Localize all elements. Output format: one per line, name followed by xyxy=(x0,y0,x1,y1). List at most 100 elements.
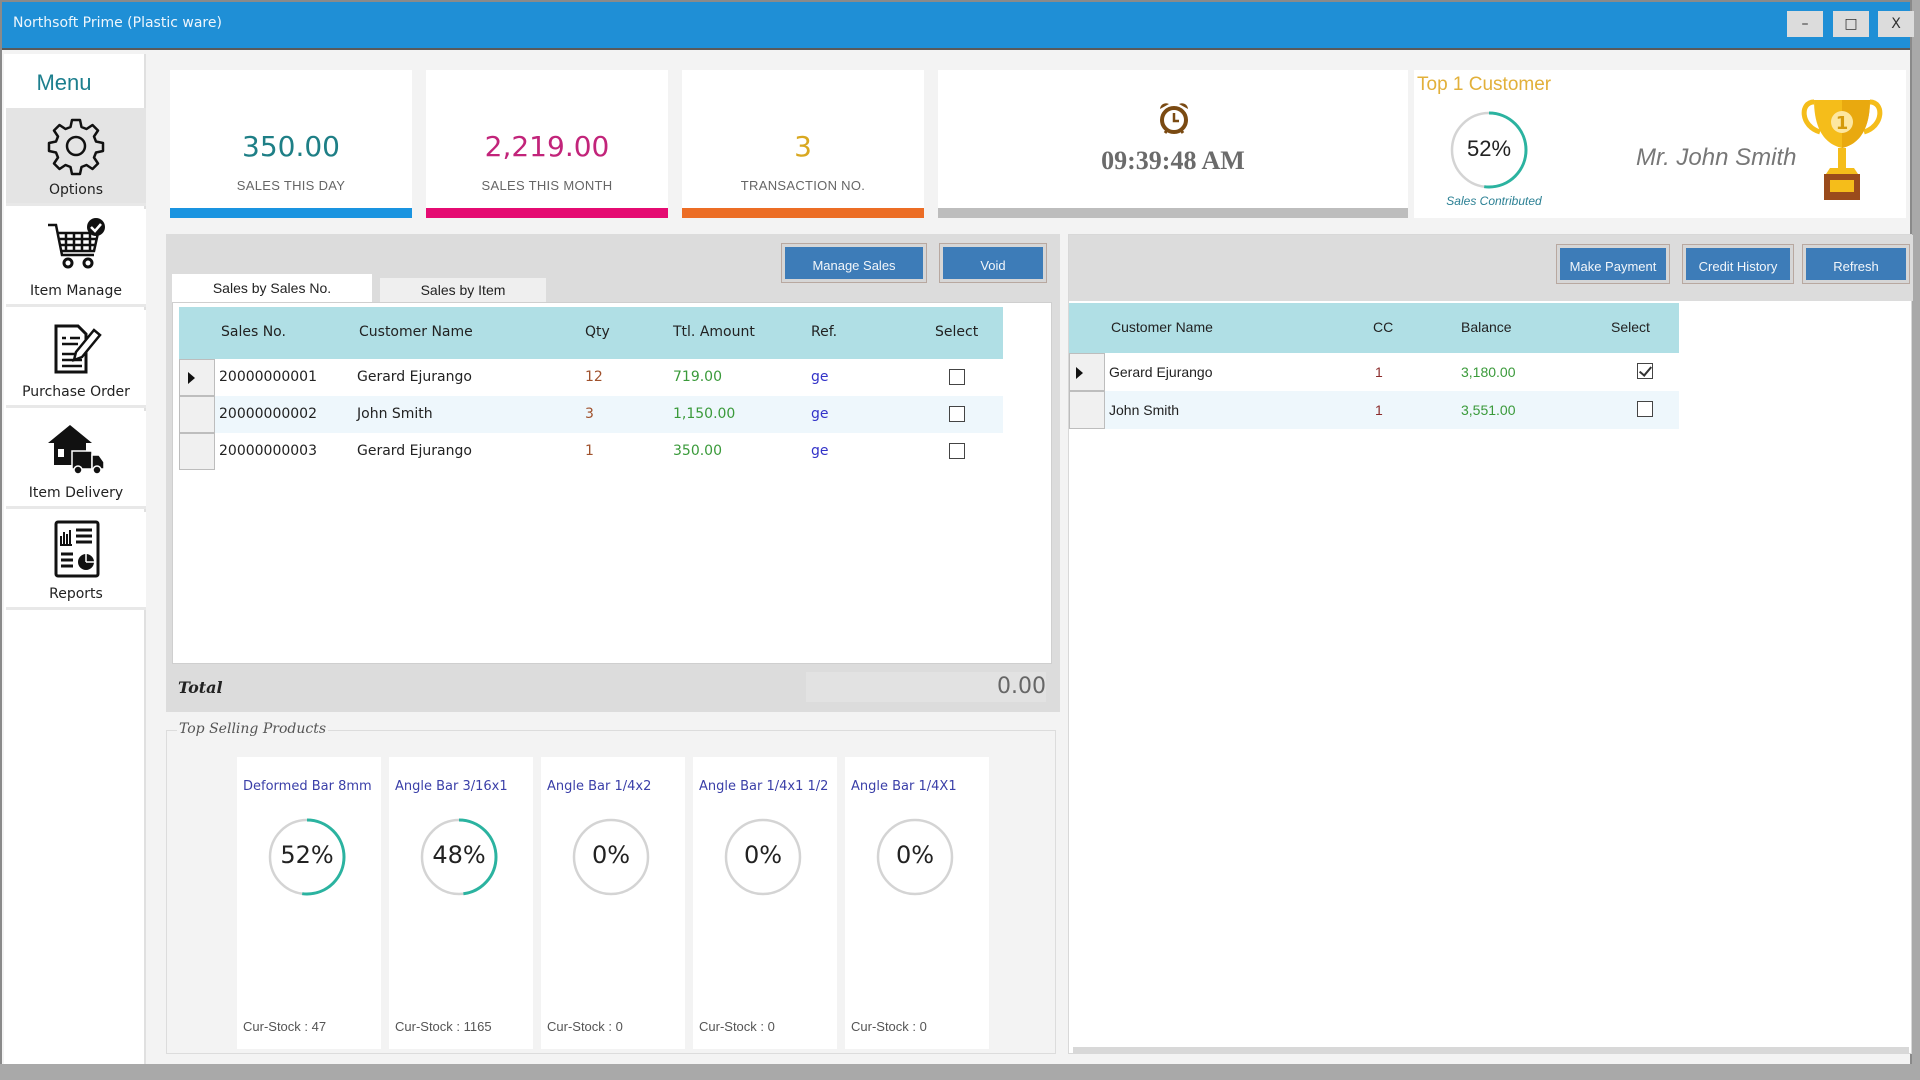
product-stock: Cur-Stock : 47 xyxy=(243,1019,327,1034)
column-header-customer-name[interactable]: Customer Name xyxy=(359,324,473,340)
sidebar-item-label: Item Delivery xyxy=(28,485,124,501)
column-header-cc[interactable]: CC xyxy=(1373,319,1393,335)
product-card[interactable]: Angle Bar 1/4X1 0% Cur-Stock : 0 xyxy=(845,757,989,1049)
sales-panel: Manage Sales Void Sales by Sales No. Sal… xyxy=(166,234,1060,712)
sales-this-day-value: 350.00 xyxy=(242,130,340,163)
product-stock: Cur-Stock : 0 xyxy=(547,1019,623,1034)
product-card[interactable]: Deformed Bar 8mm 52% Cur-Stock : 47 xyxy=(237,757,381,1049)
card-accent-bar xyxy=(938,208,1408,218)
tab-sales-by-sales-no[interactable]: Sales by Sales No. xyxy=(172,274,372,302)
product-name: Deformed Bar 8mm xyxy=(243,779,372,794)
product-card[interactable]: Angle Bar 3/16x1 48% Cur-Stock : 1165 xyxy=(389,757,533,1049)
column-header-total-amount[interactable]: Ttl. Amount xyxy=(673,324,755,340)
select-checkbox[interactable] xyxy=(1637,401,1653,417)
sales-this-month-value: 2,219.00 xyxy=(484,130,610,163)
product-percent: 0% xyxy=(743,841,783,869)
sidebar-item-reports[interactable]: Reports xyxy=(6,512,146,610)
qty-cell: 3 xyxy=(585,406,594,422)
void-button[interactable]: Void xyxy=(939,243,1047,283)
column-header-sales-no[interactable]: Sales No. xyxy=(221,324,286,340)
select-checkbox[interactable] xyxy=(949,369,965,385)
ref-cell: ge xyxy=(811,443,829,459)
column-header-select[interactable]: Select xyxy=(935,324,978,340)
product-stock: Cur-Stock : 0 xyxy=(851,1019,927,1034)
sidebar-item-label: Options xyxy=(48,182,104,198)
credit-table-row[interactable]: Gerard Ejurango 1 3,180.00 xyxy=(1069,353,1679,391)
clock-card: 09:39:48 AM xyxy=(938,70,1408,218)
ref-cell: ge xyxy=(811,406,829,422)
top-customer-card: Top 1 Customer 52% Sales Contributed Mr.… xyxy=(1414,70,1906,218)
product-progress-ring: 0% xyxy=(723,817,803,897)
product-name: Angle Bar 1/4x1 1/2 xyxy=(699,779,829,794)
card-accent-bar xyxy=(170,208,412,218)
balance-cell: 3,180.00 xyxy=(1461,364,1516,380)
svg-text:1: 1 xyxy=(1836,113,1849,134)
maximize-button[interactable]: □ xyxy=(1833,11,1869,37)
title-bar: Northsoft Prime (Plastic ware) – □ X xyxy=(2,2,1914,50)
make-payment-button[interactable]: Make Payment xyxy=(1556,244,1670,284)
select-checkbox[interactable] xyxy=(949,406,965,422)
sales-table-row[interactable]: 20000000003 Gerard Ejurango 1 350.00 ge xyxy=(179,433,1003,470)
tab-sales-by-item[interactable]: Sales by Item xyxy=(380,278,546,302)
cc-cell: 1 xyxy=(1375,364,1383,380)
sidebar-item-purchase-order[interactable]: Purchase Order xyxy=(6,310,146,408)
product-card[interactable]: Angle Bar 1/4x1 1/2 0% Cur-Stock : 0 xyxy=(693,757,837,1049)
sales-table-row[interactable]: 20000000002 John Smith 3 1,150.00 ge xyxy=(179,396,1003,433)
product-progress-ring: 0% xyxy=(571,817,651,897)
column-header-qty[interactable]: Qty xyxy=(585,324,610,340)
credit-table-row[interactable]: John Smith 1 3,551.00 xyxy=(1069,391,1679,429)
column-header-balance[interactable]: Balance xyxy=(1461,319,1512,335)
sidebar-item-label: Reports xyxy=(49,586,103,602)
transaction-count-card: 3 TRANSACTION NO. xyxy=(682,70,924,218)
amount-cell: 1,150.00 xyxy=(673,406,736,422)
house-truck-icon xyxy=(48,425,105,475)
sidebar-item-options[interactable]: Options xyxy=(6,108,146,206)
product-name: Angle Bar 3/16x1 xyxy=(395,779,508,794)
balance-cell: 3,551.00 xyxy=(1461,402,1516,418)
sidebar-item-item-manage[interactable]: Item Manage xyxy=(6,209,146,307)
total-label: Total xyxy=(178,678,223,697)
column-header-ref[interactable]: Ref. xyxy=(811,324,837,340)
refresh-button[interactable]: Refresh xyxy=(1802,244,1910,284)
product-name: Angle Bar 1/4x2 xyxy=(547,779,652,794)
sidebar-item-item-delivery[interactable]: Item Delivery xyxy=(6,411,146,509)
top-customer-percent: 52% xyxy=(1466,136,1512,161)
qty-cell: 1 xyxy=(585,443,594,459)
trophy-icon: 1 xyxy=(1801,99,1883,200)
qty-cell: 12 xyxy=(585,369,603,385)
row-header-cell[interactable] xyxy=(179,359,215,396)
sales-no-cell: 20000000001 xyxy=(219,369,317,385)
gear-icon xyxy=(47,118,105,176)
horizontal-scrollbar[interactable] xyxy=(1073,1047,1909,1053)
current-row-indicator-icon xyxy=(1076,367,1083,379)
sales-table-row[interactable]: 20000000001 Gerard Ejurango 12 719.00 ge xyxy=(179,359,1003,396)
sales-this-month-caption: SALES THIS MONTH xyxy=(481,178,613,193)
minimize-button[interactable]: – xyxy=(1787,11,1823,37)
card-accent-bar xyxy=(682,208,924,218)
product-stock: Cur-Stock : 1165 xyxy=(395,1019,492,1034)
product-percent: 52% xyxy=(280,841,334,869)
select-checkbox[interactable] xyxy=(1637,363,1653,379)
app-window: Northsoft Prime (Plastic ware) – □ X Men… xyxy=(0,0,1914,1072)
alarm-clock-icon xyxy=(1160,103,1188,134)
customer-name-cell: John Smith xyxy=(1109,402,1180,418)
window-title: Northsoft Prime (Plastic ware) xyxy=(13,15,222,31)
row-header-cell[interactable] xyxy=(1069,353,1105,391)
column-header-customer-name[interactable]: Customer Name xyxy=(1111,319,1213,335)
credit-toolbar: Make Payment Credit History Refresh xyxy=(1069,235,1913,301)
row-header-cell[interactable] xyxy=(179,433,215,470)
product-progress-ring: 48% xyxy=(419,817,499,897)
product-name: Angle Bar 1/4X1 xyxy=(851,779,957,794)
manage-sales-button[interactable]: Manage Sales xyxy=(781,243,927,283)
row-header-cell[interactable] xyxy=(1069,391,1105,429)
credit-history-button[interactable]: Credit History xyxy=(1682,244,1794,284)
row-header-cell[interactable] xyxy=(179,396,215,433)
sales-grid: Sales No. Customer Name Qty Ttl. Amount … xyxy=(172,302,1052,664)
select-checkbox[interactable] xyxy=(949,443,965,459)
clock-time: 09:39:48 AM xyxy=(1101,146,1245,175)
product-card[interactable]: Angle Bar 1/4x2 0% Cur-Stock : 0 xyxy=(541,757,685,1049)
sales-this-day-caption: SALES THIS DAY xyxy=(236,178,346,193)
close-button[interactable]: X xyxy=(1878,11,1914,37)
top-customer-heading: Top 1 Customer xyxy=(1417,74,1552,95)
column-header-select[interactable]: Select xyxy=(1611,319,1650,335)
